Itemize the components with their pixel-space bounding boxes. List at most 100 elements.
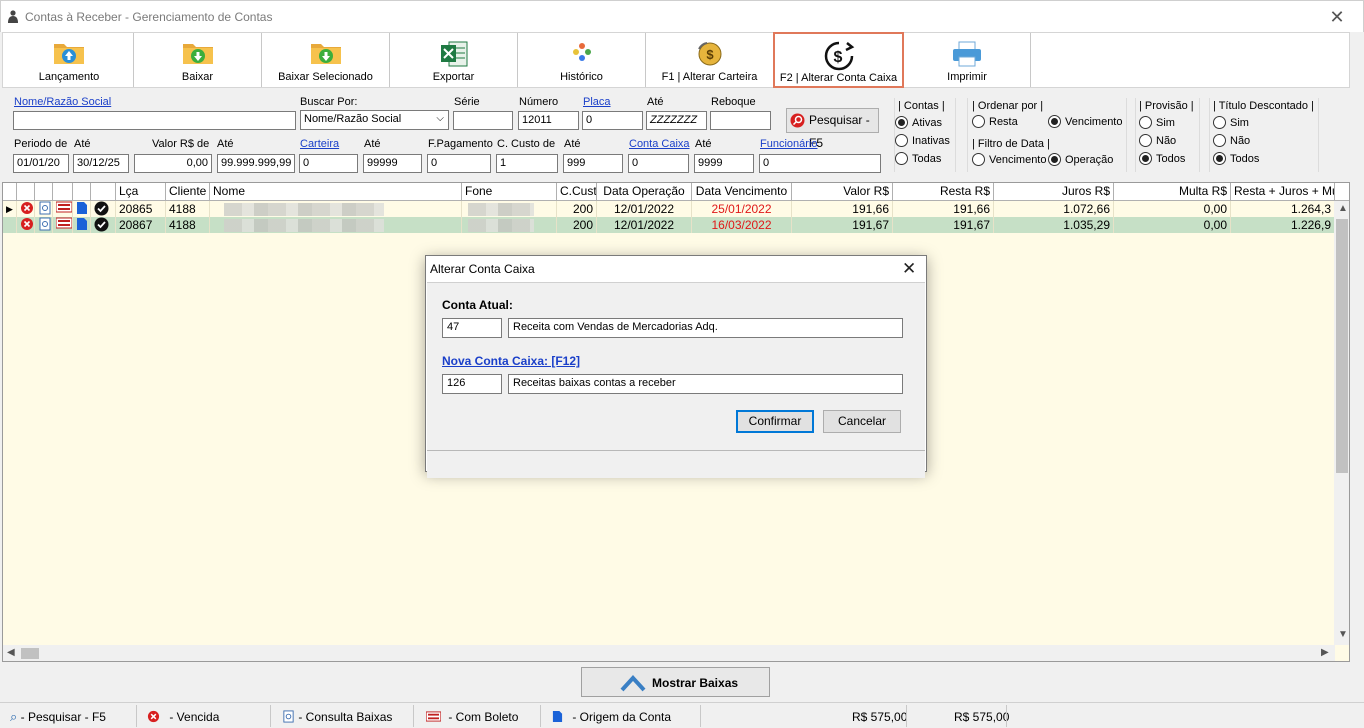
filtro-operacao-radio[interactable]: Operação	[1048, 153, 1113, 167]
buscar-por-select[interactable]: Nome/Razão Social ⌵	[300, 110, 449, 130]
header-juros[interactable]: Juros R$	[994, 183, 1114, 201]
numero-input[interactable]: 12011	[518, 111, 579, 130]
placa-ate-label: Até	[647, 96, 664, 108]
error-circle-icon[interactable]	[17, 201, 35, 217]
mostrar-baixas-label: Mostrar Baixas	[652, 676, 739, 690]
conta-caixa-ate-input[interactable]: 9999	[694, 154, 754, 173]
conta-atual-code[interactable]: 47	[442, 318, 502, 338]
nova-conta-desc[interactable]: Receitas baixas contas a receber	[508, 374, 903, 394]
header-multa[interactable]: Multa R$	[1114, 183, 1231, 201]
vertical-scroll-thumb[interactable]	[1336, 219, 1348, 473]
header-total[interactable]: Resta + Juros + Multa	[1231, 183, 1335, 201]
check-circle-icon[interactable]	[91, 217, 116, 233]
periodo-ate-input[interactable]: 30/12/25	[73, 154, 129, 173]
scroll-up-icon[interactable]: ▲	[1338, 203, 1348, 214]
contas-todas-radio[interactable]: Todas	[895, 152, 941, 166]
titulo-nao-radio[interactable]: Não	[1213, 134, 1250, 148]
historico-button[interactable]: Histórico	[518, 33, 646, 87]
table-row[interactable]: ▶ 20865 4188 200 12/01/2022 25/01/2022 1…	[3, 201, 1335, 217]
table-row-selected[interactable]: 20867 4188 200 12/01/2022 16/03/2022 191…	[3, 217, 1335, 233]
alterar-conta-caixa-button[interactable]: $ F2 | Alterar Conta Caixa	[773, 32, 904, 88]
header-data-operacao[interactable]: Data Operação	[597, 183, 692, 201]
titulo-todos-radio[interactable]: Todos	[1213, 152, 1259, 166]
folder-download-icon	[310, 44, 341, 64]
reboque-input[interactable]	[710, 111, 771, 130]
valor-ate-input[interactable]: 99.999.999,99	[217, 154, 295, 173]
conta-caixa-de-input[interactable]: 0	[628, 154, 689, 173]
titulo-sim-radio[interactable]: Sim	[1213, 116, 1249, 130]
baixar-button[interactable]: Baixar	[134, 33, 262, 87]
header-valor[interactable]: Valor R$	[792, 183, 893, 201]
scroll-down-icon[interactable]: ▼	[1338, 629, 1348, 640]
nova-conta-code[interactable]: 126	[442, 374, 502, 394]
ccusto-de-input[interactable]: 1	[496, 154, 558, 173]
barcode-icon[interactable]	[53, 217, 73, 233]
printer-icon	[953, 41, 981, 67]
scroll-right-icon[interactable]: ▶	[1321, 647, 1329, 658]
title-bar: Contas à Receber - Gerenciamento de Cont…	[0, 0, 1364, 32]
cell-resta: 191,66	[893, 201, 994, 217]
funcionario-input[interactable]: 0	[759, 154, 881, 173]
contas-ativas-radio[interactable]: Ativas	[895, 116, 942, 130]
pesquisar-button[interactable]: Pesquisar - F5	[786, 108, 879, 150]
ordenar-resta-radio[interactable]: Resta	[972, 115, 1018, 129]
imprimir-button[interactable]: Imprimir	[904, 33, 1031, 87]
placa-ate-input[interactable]: ZZZZZZZ	[646, 111, 707, 130]
error-circle-icon[interactable]	[17, 217, 35, 233]
document-icon[interactable]	[73, 217, 91, 233]
ccusto-ate-input[interactable]: 999	[563, 154, 623, 173]
carteira-ate-input[interactable]: 99999	[363, 154, 422, 173]
carteira-ate-label: Até	[364, 138, 381, 150]
coin-exchange-icon: $	[697, 42, 721, 66]
serie-input[interactable]	[453, 111, 513, 130]
header-cliente[interactable]: Cliente	[166, 183, 210, 201]
placa-input[interactable]: 0	[582, 111, 643, 130]
nome-label[interactable]: Nome/Razão Social	[14, 96, 111, 108]
nome-input[interactable]	[13, 111, 296, 130]
document-search-icon[interactable]	[35, 201, 53, 217]
baixar-selecionado-button[interactable]: Baixar Selecionado	[262, 33, 390, 87]
provisao-nao-radio[interactable]: Não	[1139, 134, 1176, 148]
dialog-close-icon[interactable]: ✕	[902, 259, 916, 279]
carteira-de-input[interactable]: 0	[299, 154, 358, 173]
carteira-label[interactable]: Carteira	[300, 138, 339, 150]
scroll-left-icon[interactable]: ◀	[7, 647, 15, 658]
header-resta[interactable]: Resta R$	[893, 183, 994, 201]
valor-de-input[interactable]: 0,00	[134, 154, 212, 173]
confirmar-button[interactable]: Confirmar	[736, 410, 814, 433]
provisao-sim-radio[interactable]: Sim	[1139, 116, 1175, 130]
placa-label[interactable]: Placa	[583, 96, 611, 108]
close-window-button[interactable]: ✕	[1327, 7, 1347, 27]
cell-data-vencimento: 25/01/2022	[692, 201, 792, 217]
document-icon[interactable]	[73, 201, 91, 217]
mostrar-baixas-button[interactable]: Mostrar Baixas	[581, 667, 770, 697]
exportar-button[interactable]: Exportar	[390, 33, 518, 87]
header-ccusto[interactable]: C.Custo	[557, 183, 597, 201]
horizontal-scrollbar[interactable]	[3, 645, 1335, 661]
header-data-vencimento[interactable]: Data Vencimento	[692, 183, 792, 201]
cancelar-button[interactable]: Cancelar	[823, 410, 901, 433]
filtro-vencimento-radio[interactable]: Vencimento	[972, 153, 1046, 167]
alterar-carteira-button[interactable]: $ F1 | Alterar Carteira	[646, 33, 774, 87]
header-fone[interactable]: Fone	[462, 183, 557, 201]
header-nome[interactable]: Nome	[210, 183, 462, 201]
exportar-label: Exportar	[432, 71, 475, 83]
check-circle-icon[interactable]	[91, 201, 116, 217]
conta-caixa-label[interactable]: Conta Caixa	[629, 138, 690, 150]
lancamento-button[interactable]: Lançamento	[5, 33, 134, 87]
document-search-icon[interactable]	[35, 217, 53, 233]
funcionario-label[interactable]: Funcionário	[760, 138, 817, 150]
horizontal-scroll-thumb[interactable]	[21, 648, 39, 659]
contas-inativas-radio[interactable]: Inativas	[895, 134, 950, 148]
periodo-de-input[interactable]: 01/01/20	[13, 154, 69, 173]
ordenar-vencimento-radio[interactable]: Vencimento	[1048, 115, 1122, 129]
conta-atual-desc[interactable]: Receita com Vendas de Mercadorias Adq.	[508, 318, 903, 338]
provisao-todos-radio[interactable]: Todos	[1139, 152, 1185, 166]
valor-de-label: Valor R$ de	[152, 138, 210, 150]
barcode-icon[interactable]	[53, 201, 73, 217]
contas-group-title: | Contas |	[898, 100, 945, 112]
fpagamento-input[interactable]: 0	[427, 154, 491, 173]
nova-conta-label[interactable]: Nova Conta Caixa: [F12]	[442, 354, 580, 368]
baixar-label: Baixar	[181, 71, 214, 83]
header-lca[interactable]: Lça	[116, 183, 166, 201]
